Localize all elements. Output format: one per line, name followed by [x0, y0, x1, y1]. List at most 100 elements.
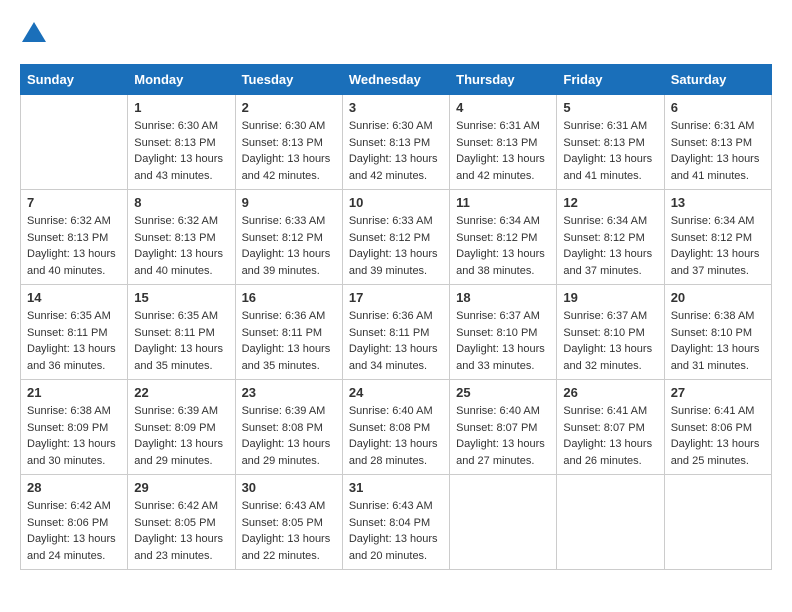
- day-number: 15: [134, 290, 228, 305]
- day-number: 21: [27, 385, 121, 400]
- day-info: Sunrise: 6:33 AMSunset: 8:12 PMDaylight:…: [242, 213, 336, 279]
- calendar-cell: 7 Sunrise: 6:32 AMSunset: 8:13 PMDaylight…: [21, 190, 128, 285]
- header-monday: Monday: [128, 65, 235, 95]
- header-wednesday: Wednesday: [342, 65, 449, 95]
- calendar-cell: [21, 95, 128, 190]
- day-number: 26: [563, 385, 657, 400]
- day-number: 18: [456, 290, 550, 305]
- day-number: 24: [349, 385, 443, 400]
- day-info: Sunrise: 6:30 AMSunset: 8:13 PMDaylight:…: [349, 118, 443, 184]
- day-info: Sunrise: 6:32 AMSunset: 8:13 PMDaylight:…: [27, 213, 121, 279]
- day-info: Sunrise: 6:33 AMSunset: 8:12 PMDaylight:…: [349, 213, 443, 279]
- day-number: 17: [349, 290, 443, 305]
- day-info: Sunrise: 6:31 AMSunset: 8:13 PMDaylight:…: [563, 118, 657, 184]
- day-number: 19: [563, 290, 657, 305]
- day-info: Sunrise: 6:34 AMSunset: 8:12 PMDaylight:…: [563, 213, 657, 279]
- calendar-table: SundayMondayTuesdayWednesdayThursdayFrid…: [20, 64, 772, 570]
- day-info: Sunrise: 6:34 AMSunset: 8:12 PMDaylight:…: [456, 213, 550, 279]
- day-number: 31: [349, 480, 443, 495]
- day-info: Sunrise: 6:40 AMSunset: 8:08 PMDaylight:…: [349, 403, 443, 469]
- day-info: Sunrise: 6:35 AMSunset: 8:11 PMDaylight:…: [134, 308, 228, 374]
- header-sunday: Sunday: [21, 65, 128, 95]
- calendar-cell: 9 Sunrise: 6:33 AMSunset: 8:12 PMDaylight…: [235, 190, 342, 285]
- calendar-cell: 19 Sunrise: 6:37 AMSunset: 8:10 PMDayligh…: [557, 285, 664, 380]
- day-info: Sunrise: 6:35 AMSunset: 8:11 PMDaylight:…: [27, 308, 121, 374]
- day-number: 16: [242, 290, 336, 305]
- calendar-cell: 3 Sunrise: 6:30 AMSunset: 8:13 PMDaylight…: [342, 95, 449, 190]
- calendar-cell: 18 Sunrise: 6:37 AMSunset: 8:10 PMDayligh…: [450, 285, 557, 380]
- day-number: 5: [563, 100, 657, 115]
- day-info: Sunrise: 6:42 AMSunset: 8:06 PMDaylight:…: [27, 498, 121, 564]
- calendar-cell: 22 Sunrise: 6:39 AMSunset: 8:09 PMDayligh…: [128, 380, 235, 475]
- calendar-cell: 16 Sunrise: 6:36 AMSunset: 8:11 PMDayligh…: [235, 285, 342, 380]
- day-number: 9: [242, 195, 336, 210]
- calendar-cell: 6 Sunrise: 6:31 AMSunset: 8:13 PMDaylight…: [664, 95, 771, 190]
- day-info: Sunrise: 6:37 AMSunset: 8:10 PMDaylight:…: [563, 308, 657, 374]
- day-number: 1: [134, 100, 228, 115]
- day-number: 3: [349, 100, 443, 115]
- calendar-cell: 28 Sunrise: 6:42 AMSunset: 8:06 PMDayligh…: [21, 475, 128, 570]
- calendar-cell: 21 Sunrise: 6:38 AMSunset: 8:09 PMDayligh…: [21, 380, 128, 475]
- day-number: 23: [242, 385, 336, 400]
- day-number: 7: [27, 195, 121, 210]
- day-number: 20: [671, 290, 765, 305]
- calendar-cell: 13 Sunrise: 6:34 AMSunset: 8:12 PMDayligh…: [664, 190, 771, 285]
- week-row-0: 1 Sunrise: 6:30 AMSunset: 8:13 PMDaylight…: [21, 95, 772, 190]
- calendar-cell: 31 Sunrise: 6:43 AMSunset: 8:04 PMDayligh…: [342, 475, 449, 570]
- day-number: 2: [242, 100, 336, 115]
- day-number: 25: [456, 385, 550, 400]
- day-info: Sunrise: 6:38 AMSunset: 8:09 PMDaylight:…: [27, 403, 121, 469]
- day-number: 27: [671, 385, 765, 400]
- calendar-cell: [450, 475, 557, 570]
- day-info: Sunrise: 6:38 AMSunset: 8:10 PMDaylight:…: [671, 308, 765, 374]
- day-number: 11: [456, 195, 550, 210]
- day-info: Sunrise: 6:31 AMSunset: 8:13 PMDaylight:…: [456, 118, 550, 184]
- day-number: 13: [671, 195, 765, 210]
- page-header: [20, 20, 772, 48]
- calendar-cell: 12Sunrise: 6:34 AMSunset: 8:12 PMDayligh…: [557, 190, 664, 285]
- header-saturday: Saturday: [664, 65, 771, 95]
- day-number: 22: [134, 385, 228, 400]
- day-info: Sunrise: 6:41 AMSunset: 8:06 PMDaylight:…: [671, 403, 765, 469]
- header-row: SundayMondayTuesdayWednesdayThursdayFrid…: [21, 65, 772, 95]
- calendar-cell: 14 Sunrise: 6:35 AMSunset: 8:11 PMDayligh…: [21, 285, 128, 380]
- calendar-cell: [664, 475, 771, 570]
- calendar-cell: 5 Sunrise: 6:31 AMSunset: 8:13 PMDaylight…: [557, 95, 664, 190]
- day-info: Sunrise: 6:37 AMSunset: 8:10 PMDaylight:…: [456, 308, 550, 374]
- day-number: 29: [134, 480, 228, 495]
- calendar-cell: 1 Sunrise: 6:30 AMSunset: 8:13 PMDaylight…: [128, 95, 235, 190]
- day-number: 30: [242, 480, 336, 495]
- calendar-cell: 8 Sunrise: 6:32 AMSunset: 8:13 PMDaylight…: [128, 190, 235, 285]
- day-number: 10: [349, 195, 443, 210]
- calendar-cell: 15 Sunrise: 6:35 AMSunset: 8:11 PMDayligh…: [128, 285, 235, 380]
- logo: [20, 20, 52, 48]
- day-info: Sunrise: 6:31 AMSunset: 8:13 PMDaylight:…: [671, 118, 765, 184]
- calendar-cell: 29Sunrise: 6:42 AMSunset: 8:05 PMDayligh…: [128, 475, 235, 570]
- week-row-4: 28 Sunrise: 6:42 AMSunset: 8:06 PMDayligh…: [21, 475, 772, 570]
- calendar-cell: 23 Sunrise: 6:39 AMSunset: 8:08 PMDayligh…: [235, 380, 342, 475]
- day-number: 28: [27, 480, 121, 495]
- calendar-cell: 20 Sunrise: 6:38 AMSunset: 8:10 PMDayligh…: [664, 285, 771, 380]
- calendar-cell: [557, 475, 664, 570]
- calendar-cell: 10 Sunrise: 6:33 AMSunset: 8:12 PMDayligh…: [342, 190, 449, 285]
- day-info: Sunrise: 6:34 AMSunset: 8:12 PMDaylight:…: [671, 213, 765, 279]
- week-row-3: 21 Sunrise: 6:38 AMSunset: 8:09 PMDayligh…: [21, 380, 772, 475]
- header-friday: Friday: [557, 65, 664, 95]
- day-info: Sunrise: 6:39 AMSunset: 8:09 PMDaylight:…: [134, 403, 228, 469]
- day-info: Sunrise: 6:43 AMSunset: 8:04 PMDaylight:…: [349, 498, 443, 564]
- calendar-cell: 30Sunrise: 6:43 AMSunset: 8:05 PMDayligh…: [235, 475, 342, 570]
- day-number: 14: [27, 290, 121, 305]
- day-info: Sunrise: 6:39 AMSunset: 8:08 PMDaylight:…: [242, 403, 336, 469]
- week-row-2: 14 Sunrise: 6:35 AMSunset: 8:11 PMDayligh…: [21, 285, 772, 380]
- day-number: 6: [671, 100, 765, 115]
- day-info: Sunrise: 6:36 AMSunset: 8:11 PMDaylight:…: [242, 308, 336, 374]
- calendar-cell: 25Sunrise: 6:40 AMSunset: 8:07 PMDayligh…: [450, 380, 557, 475]
- day-info: Sunrise: 6:32 AMSunset: 8:13 PMDaylight:…: [134, 213, 228, 279]
- header-tuesday: Tuesday: [235, 65, 342, 95]
- calendar-cell: 17Sunrise: 6:36 AMSunset: 8:11 PMDayligh…: [342, 285, 449, 380]
- calendar-cell: 26Sunrise: 6:41 AMSunset: 8:07 PMDayligh…: [557, 380, 664, 475]
- calendar-cell: 24 Sunrise: 6:40 AMSunset: 8:08 PMDayligh…: [342, 380, 449, 475]
- day-info: Sunrise: 6:30 AMSunset: 8:13 PMDaylight:…: [134, 118, 228, 184]
- day-number: 4: [456, 100, 550, 115]
- day-number: 8: [134, 195, 228, 210]
